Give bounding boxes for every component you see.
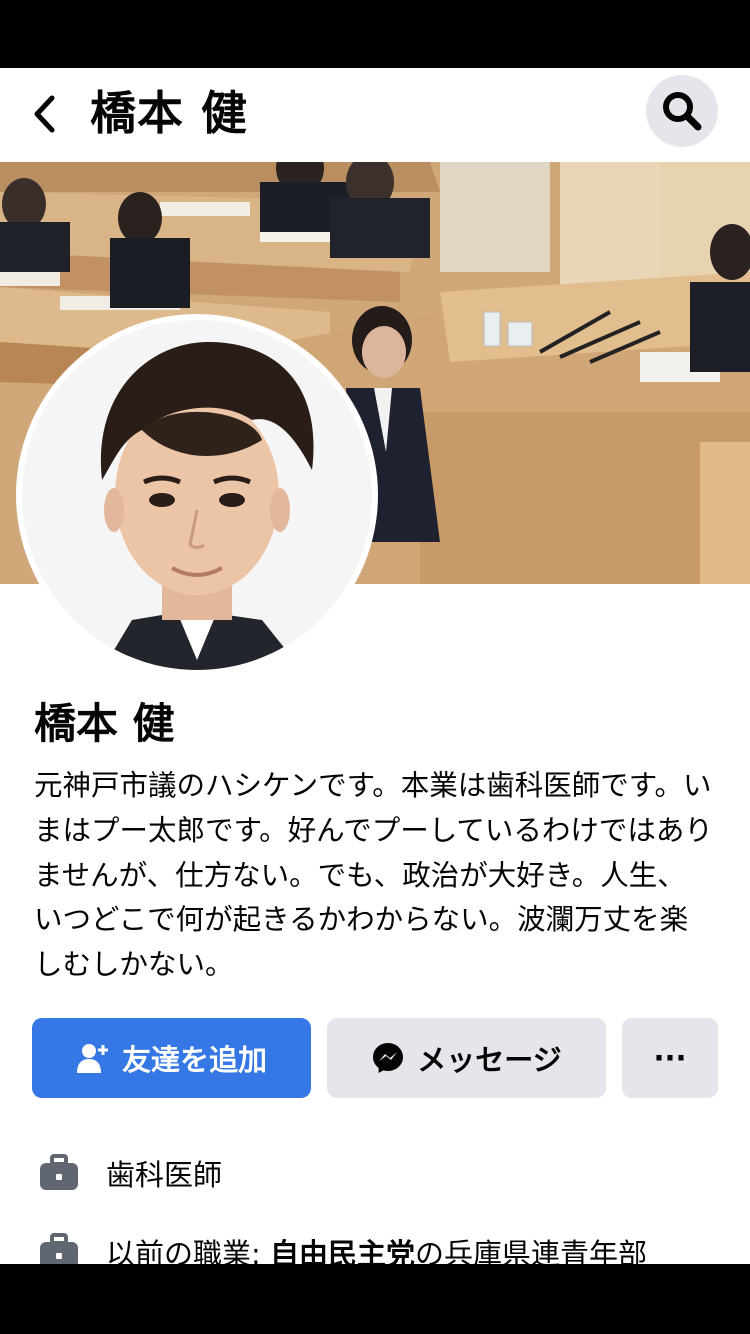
previous-job-org-link[interactable]: 自由民主党 bbox=[270, 1237, 415, 1264]
info-row-previous-job: 以前の職業: 自由民主党の兵庫県連青年部 bbox=[38, 1231, 647, 1264]
messenger-icon bbox=[371, 1041, 405, 1075]
back-button[interactable] bbox=[24, 88, 64, 140]
profile-picture[interactable] bbox=[16, 314, 378, 676]
message-button[interactable]: メッセージ bbox=[327, 1018, 606, 1098]
chevron-left-icon bbox=[34, 95, 55, 133]
add-friend-button[interactable]: 友達を追加 bbox=[32, 1018, 311, 1098]
more-options-button[interactable]: ··· bbox=[622, 1018, 718, 1098]
briefcase-icon bbox=[40, 1154, 78, 1190]
info-row-job: 歯科医師 bbox=[38, 1152, 222, 1194]
previous-job-suffix: の兵庫県連青年部 bbox=[415, 1237, 648, 1264]
profile-name: 橋本 健 bbox=[34, 699, 175, 748]
profile-bio: 元神戸市議のハシケンです。本業は歯科医師です。いまはプー太郎です。好んでプーして… bbox=[34, 769, 713, 982]
search-icon bbox=[663, 92, 702, 131]
add-friend-icon bbox=[76, 1041, 110, 1075]
job-text: 歯科医師 bbox=[106, 1158, 223, 1192]
previous-job-text: 以前の職業: 自由民主党の兵庫県連青年部 bbox=[106, 1231, 647, 1264]
message-label: メッセージ bbox=[417, 1043, 562, 1077]
more-icon: ··· bbox=[653, 1041, 687, 1075]
briefcase-icon bbox=[40, 1233, 78, 1264]
profile-screen: 橋本 健 橋本 健 元神戸市議のハシケンです。本業は歯科医師です。いまはプー太郎… bbox=[0, 68, 750, 1264]
search-button[interactable] bbox=[646, 75, 718, 147]
top-nav-bar: 橋本 健 bbox=[0, 68, 750, 162]
page-title: 橋本 健 bbox=[90, 86, 249, 140]
previous-job-prefix: 以前の職業: bbox=[106, 1237, 270, 1264]
add-friend-label: 友達を追加 bbox=[121, 1043, 267, 1077]
bottom-black-bar bbox=[0, 1264, 750, 1334]
